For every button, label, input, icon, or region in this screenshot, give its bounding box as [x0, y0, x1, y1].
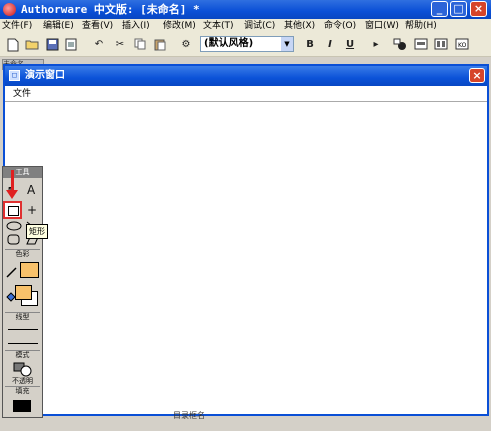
menu-insert[interactable]: 插入(I): [122, 20, 150, 32]
tools-panel-title[interactable]: 工具: [3, 167, 42, 178]
menu-command[interactable]: 命令(O): [324, 20, 356, 32]
close-button[interactable]: ×: [470, 1, 487, 17]
style-select-value: (默认风格): [204, 38, 254, 49]
app-titlebar: Authorware 中文版: [未命名] * _ □ ×: [0, 0, 491, 19]
pencil-color-icon[interactable]: [6, 266, 18, 278]
new-file-icon[interactable]: [6, 38, 20, 57]
fill-foreground-swatch[interactable]: [15, 285, 32, 300]
presentation-window-icon: ◻: [9, 70, 20, 81]
red-arrow-annotation: [11, 170, 14, 192]
copy-icon[interactable]: [133, 38, 147, 55]
presentation-bottom-text: 目录框名: [173, 411, 205, 420]
control-panel-icon[interactable]: [393, 38, 407, 56]
save-icon[interactable]: [45, 38, 59, 56]
drawing-tools-panel: 工具 ↖ A + 色彩 线型 模式 不透明 填充: [2, 166, 43, 418]
underline-button[interactable]: U: [343, 38, 357, 52]
presentation-menu-file[interactable]: 文件: [13, 89, 31, 100]
menu-other[interactable]: 其他(X): [284, 20, 315, 32]
italic-button[interactable]: I: [323, 38, 337, 52]
rectangle-tool-button[interactable]: [3, 201, 22, 219]
menu-help[interactable]: 帮助(H): [405, 20, 437, 32]
menu-window[interactable]: 窗口(W): [365, 20, 399, 32]
rectangle-icon: [8, 206, 19, 216]
chevron-down-icon[interactable]: ▼: [281, 37, 293, 51]
knowledge-objects-icon[interactable]: KO: [455, 38, 469, 55]
menu-modify[interactable]: 修改(M): [163, 20, 196, 32]
crosshair-tool-icon[interactable]: +: [27, 203, 37, 217]
menu-view[interactable]: 查看(V): [82, 20, 113, 32]
bold-button[interactable]: B: [303, 38, 317, 52]
color-section-label: 色彩: [15, 250, 30, 258]
line-style-arrow[interactable]: [8, 343, 38, 344]
open-folder-icon[interactable]: [25, 38, 39, 55]
presentation-title: 演示窗口: [25, 70, 65, 81]
find-icon[interactable]: ⚙: [179, 38, 193, 52]
line-section-label: 线型: [15, 313, 30, 321]
rectangle-tooltip: 矩形: [26, 224, 48, 239]
authorware-logo-icon: [3, 3, 16, 16]
paste-icon[interactable]: [153, 38, 167, 56]
import-icon[interactable]: [64, 38, 78, 56]
presentation-window: ◻ 演示窗口 × 文件 目录框名: [3, 64, 489, 420]
line-color-swatch[interactable]: [20, 262, 39, 278]
minimize-button[interactable]: _: [431, 1, 448, 17]
undo-icon[interactable]: ↶: [92, 38, 106, 52]
fill-section-label: 填充: [15, 387, 30, 395]
presentation-titlebar: ◻ 演示窗口 ×: [5, 66, 487, 86]
line-style-thin[interactable]: [8, 329, 38, 330]
style-select[interactable]: (默认风格) ▼: [200, 36, 294, 52]
presentation-menubar: 文件: [5, 88, 487, 102]
menu-debug[interactable]: 调试(C): [244, 20, 275, 32]
app-title: Authorware 中文版: [未命名] *: [21, 3, 200, 16]
cut-icon[interactable]: ✂: [113, 38, 127, 52]
mode-section-label: 模式: [15, 351, 30, 359]
menu-edit[interactable]: 编辑(E): [43, 20, 74, 32]
variables-icon[interactable]: [434, 38, 448, 55]
menu-bar: 文件(F) 编辑(E) 查看(V) 插入(I) 修改(M) 文本(T) 调试(C…: [0, 19, 491, 34]
fill-pattern-black[interactable]: [13, 400, 31, 412]
run-icon[interactable]: ▸: [369, 38, 383, 52]
menu-text[interactable]: 文本(T): [203, 20, 234, 32]
menu-file[interactable]: 文件(F): [2, 20, 32, 32]
text-tool-icon[interactable]: A: [27, 183, 35, 197]
presentation-close-button[interactable]: ×: [469, 68, 485, 83]
opacity-label: 不透明: [12, 377, 33, 385]
maximize-button[interactable]: □: [450, 1, 467, 17]
mode-opaque-icon[interactable]: [13, 362, 33, 377]
functions-icon[interactable]: [414, 38, 428, 55]
svg-text:KO: KO: [458, 42, 467, 49]
red-arrow-head-icon: [6, 190, 18, 199]
